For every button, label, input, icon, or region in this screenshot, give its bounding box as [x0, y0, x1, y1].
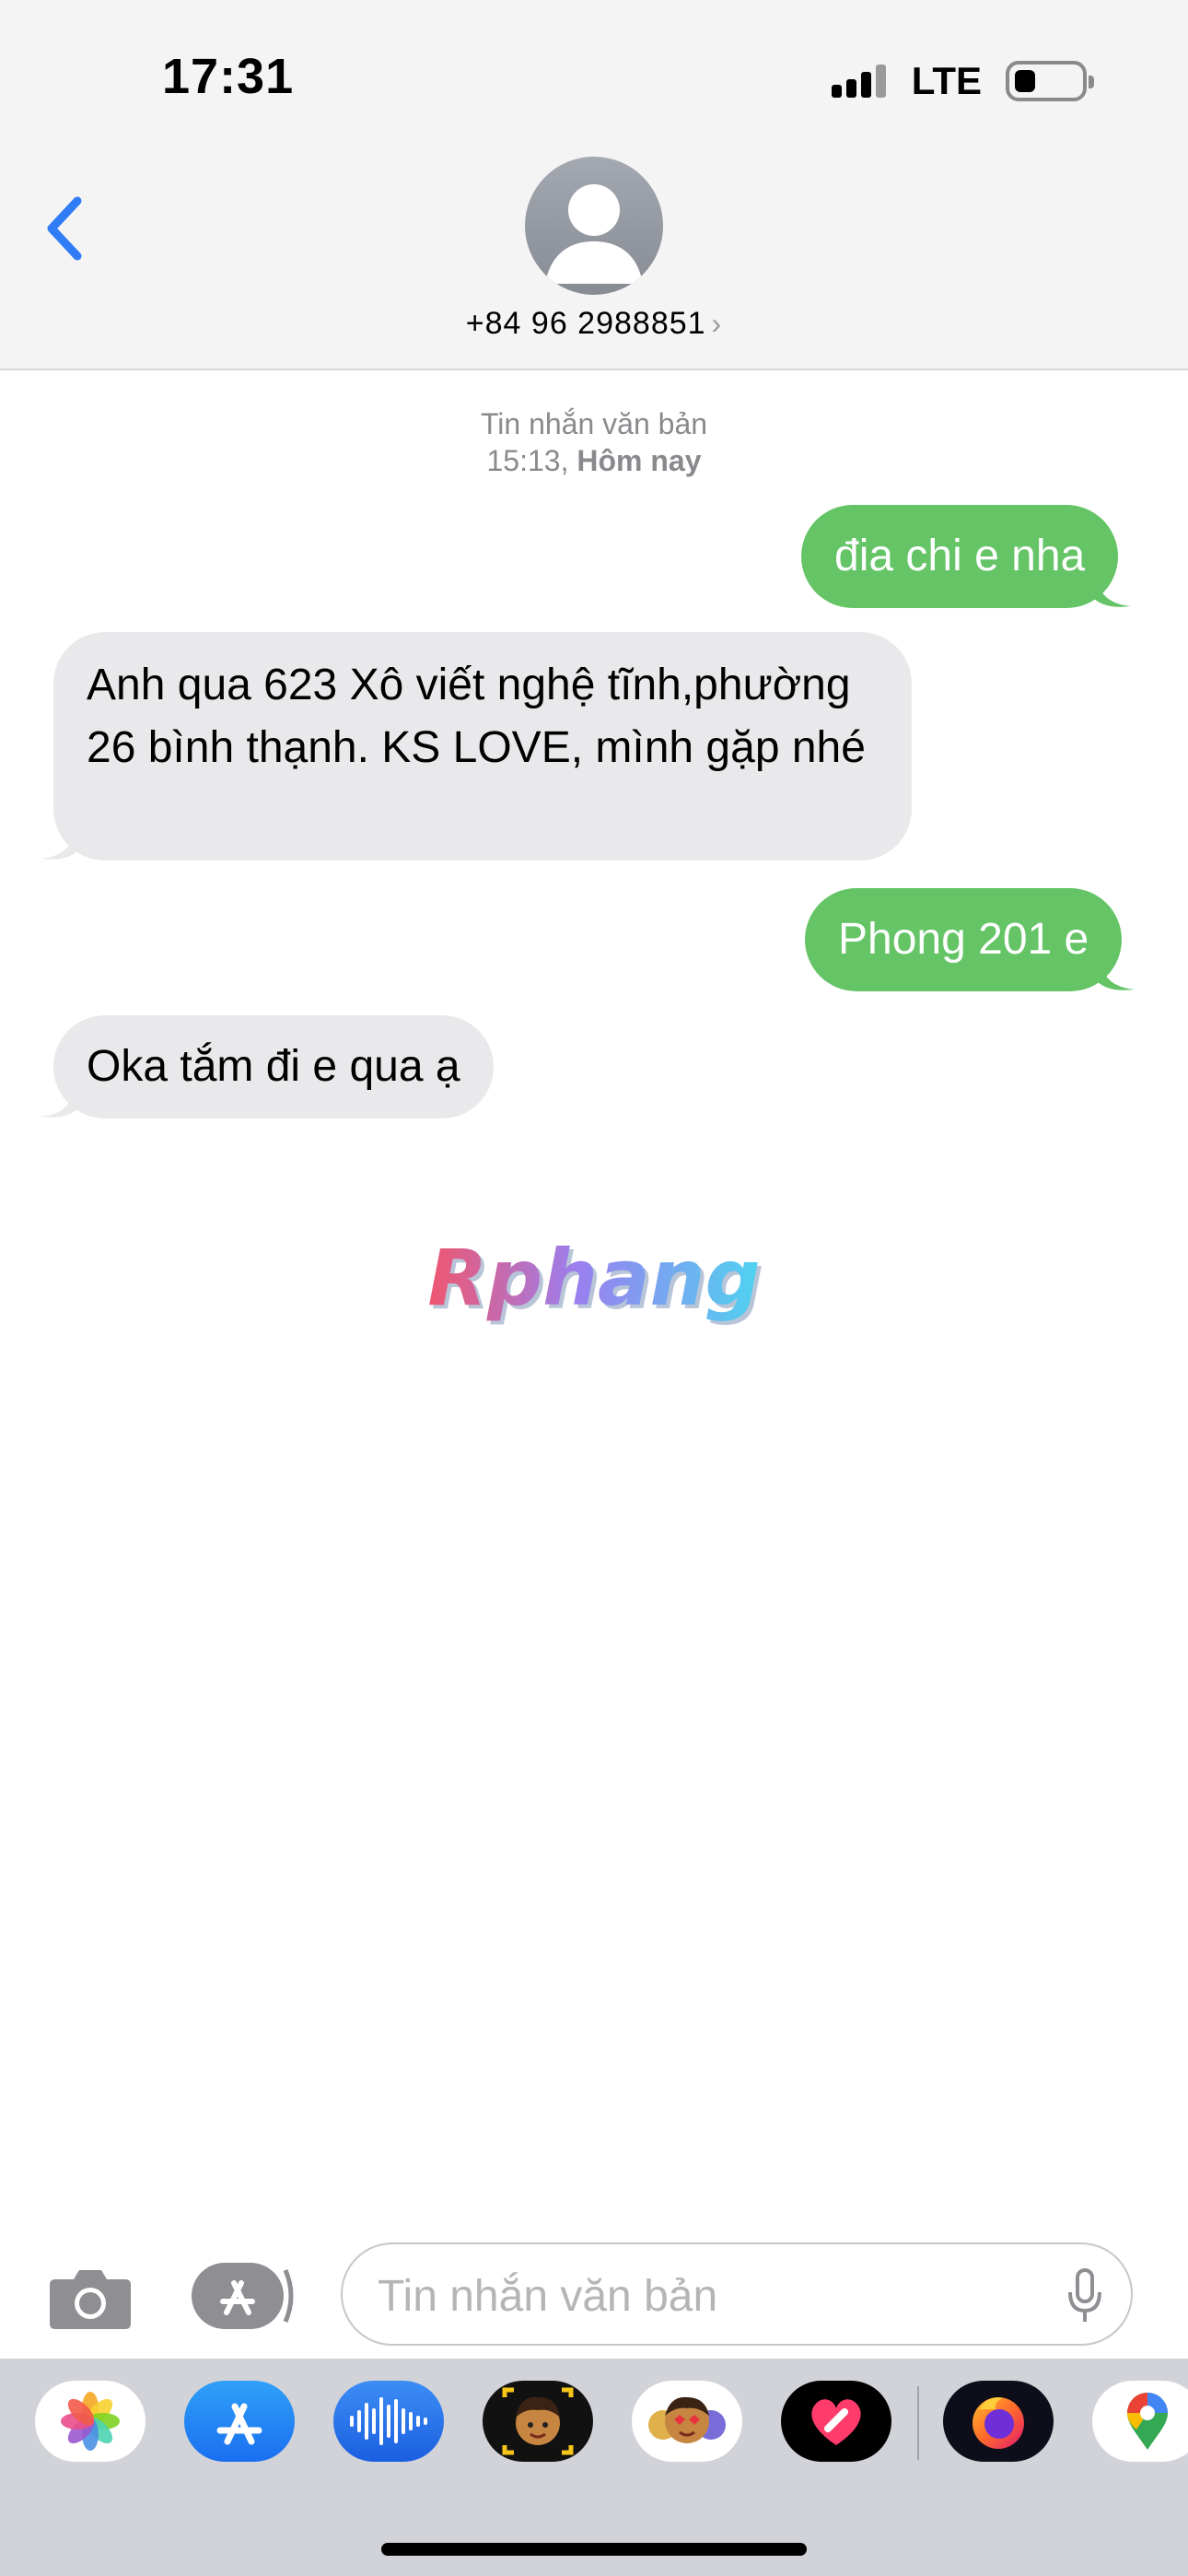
app-store-apps-icon[interactable]: [190, 2261, 297, 2331]
person-silhouette-icon: [545, 184, 643, 284]
network-label: LTE: [911, 59, 982, 102]
contact-number: +84 96 2988851: [465, 306, 706, 341]
received-message-bubble[interactable]: Anh qua 623 Xô viết nghệ tĩnh,phường 26 …: [41, 632, 912, 861]
message-input[interactable]: [378, 2268, 1022, 2324]
message-input-field[interactable]: [341, 2242, 1133, 2346]
bubble-tail: [1098, 954, 1136, 990]
watermark-logo: Rphang Rphang: [427, 1233, 763, 1327]
timestamp-time: 15:13,: [486, 444, 569, 477]
timestamp-label: Tin nhắn văn bản: [480, 407, 708, 440]
contact-name[interactable]: +84 96 2988851 ›: [0, 306, 1188, 342]
message-text: đia chi e nha: [834, 532, 1086, 580]
status-time: 17:31: [162, 49, 295, 104]
camera-icon[interactable]: [48, 2265, 133, 2331]
memoji-icon[interactable]: [483, 2381, 593, 2462]
signal-strength-icon: [831, 64, 886, 98]
audio-message-icon[interactable]: [333, 2381, 444, 2462]
sent-message-bubble[interactable]: Phong 201 e: [805, 888, 1136, 991]
timestamp-day: Hôm nay: [577, 444, 702, 477]
svg-text:Rphang: Rphang: [427, 1233, 760, 1323]
digital-touch-icon[interactable]: [781, 2381, 891, 2462]
compose-bar: [0, 2230, 1188, 2359]
contact-avatar[interactable]: [525, 157, 663, 295]
microphone-icon[interactable]: [1066, 2266, 1103, 2325]
back-chevron-icon[interactable]: [39, 192, 94, 265]
sent-message-bubble[interactable]: đia chi e nha: [801, 505, 1132, 608]
message-text: Anh qua 623 Xô viết nghệ tĩnh,phường 26 …: [87, 661, 866, 772]
firefox-icon[interactable]: [943, 2381, 1054, 2462]
conversation-header: 17:31 LTE +84 96 2988851 ›: [0, 0, 1188, 370]
bubble-tail: [41, 1082, 77, 1118]
app-store-icon[interactable]: [184, 2381, 295, 2462]
google-maps-icon[interactable]: [1092, 2381, 1188, 2462]
status-indicators: LTE: [831, 55, 1094, 107]
message-timestamp: Tin nhắn văn bản 15:13, Hôm nay: [0, 405, 1188, 479]
bubble-tail: [1094, 571, 1132, 607]
battery-icon: [1006, 61, 1094, 101]
chevron-right-icon: ›: [711, 307, 723, 340]
message-text: Oka tắm đi e qua ạ: [87, 1042, 460, 1091]
message-text: Phong 201 e: [838, 915, 1089, 964]
animoji-stickers-icon[interactable]: [632, 2381, 742, 2462]
received-message-bubble[interactable]: Oka tắm đi e qua ạ: [41, 1015, 494, 1118]
imessage-app-drawer: [0, 2359, 1188, 2576]
home-indicator: [381, 2543, 807, 2556]
bubble-tail: [41, 824, 77, 860]
drawer-divider: [917, 2386, 919, 2460]
photos-icon[interactable]: [35, 2381, 146, 2462]
